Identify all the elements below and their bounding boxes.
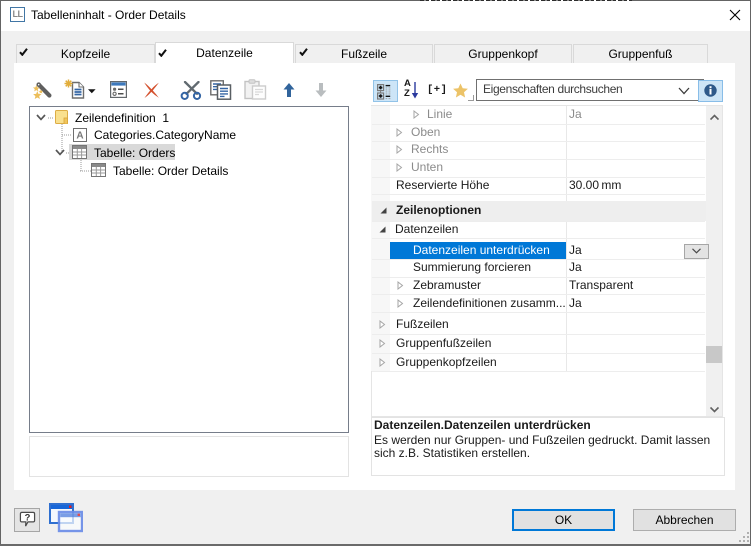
svg-text:A: A	[76, 131, 83, 142]
svg-text:?: ?	[25, 512, 31, 523]
